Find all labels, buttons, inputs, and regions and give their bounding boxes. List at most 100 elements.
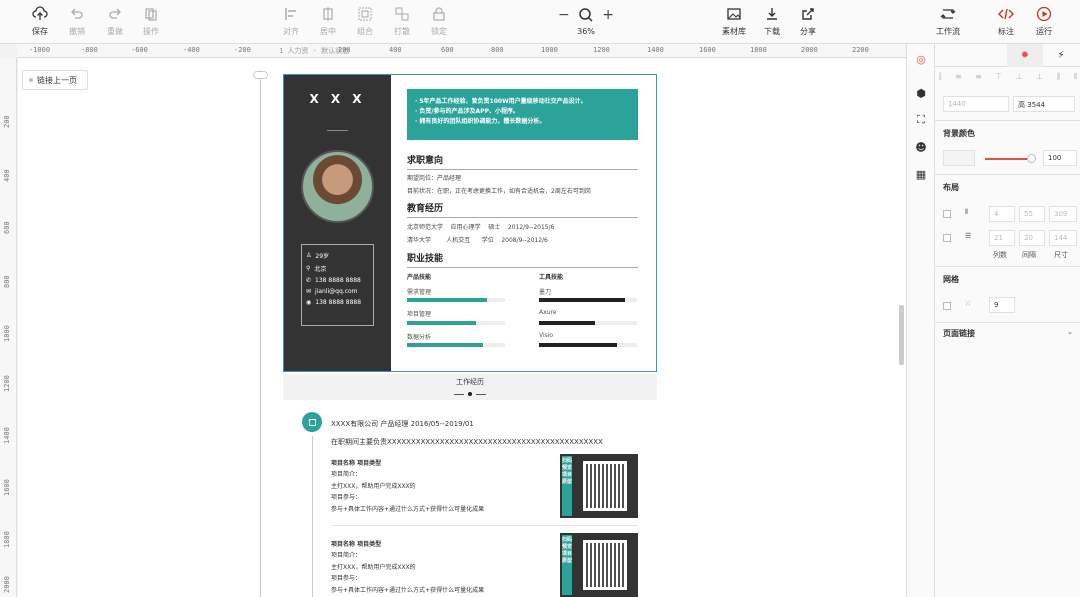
grid-icon: ⁙ [965,300,971,308]
opacity-input[interactable]: 100 [1043,150,1077,166]
align-button[interactable]: 对齐 [273,6,309,37]
assets-button[interactable]: 素材库 [716,6,752,37]
expand-icon[interactable]: ⛶ [914,113,928,127]
top-toolbar: 保存 撤销 重做 操作 对齐 居中 组合 打散 锁定 − + 36% 素材库 下… [0,0,1080,44]
skill-bar [539,298,637,302]
align-top-icon[interactable]: ⊤ [995,72,1002,84]
align-hcenter-icon[interactable]: ≡ [955,72,962,84]
ruler-tick: -600 [131,46,148,54]
row-layout-checkbox[interactable] [943,234,951,242]
project-role: 项目参与： [331,494,362,501]
distribute-h-icon[interactable]: ⫼ [1057,72,1061,84]
ruler-tick: 2000 [3,576,11,593]
image-icon [727,8,741,20]
zoom-in-button[interactable]: + [602,7,614,23]
briefcase-icon [302,412,322,432]
group-icon [358,7,372,21]
ruler-tick: 1600 [699,46,716,54]
lightning-icon: ⚡ [1057,50,1065,61]
tab-interaction[interactable]: ⚡ [1043,44,1079,67]
wechat-row: ◉ 138 8888 8888 [306,299,362,306]
code-icon [998,8,1014,20]
color-swatch[interactable] [943,150,975,166]
save-button[interactable]: 保存 [22,6,58,37]
chevron-down-icon[interactable]: ⌄ [1067,328,1073,336]
align-vcenter-icon[interactable]: ⊥ [1016,72,1023,84]
grid-checkbox[interactable] [943,302,951,310]
row-count-input[interactable]: 21 [989,230,1015,246]
run-button[interactable]: 运行 [1026,6,1062,37]
skill-name: Axure [539,309,557,316]
magnifier-icon[interactable] [578,7,594,23]
share-button[interactable]: 分享 [790,6,826,37]
ruler-tick: 1800 [3,531,11,548]
person-icon: ♙ [306,252,312,259]
slider-handle[interactable] [1027,154,1036,163]
size-label: 尺寸 [1054,251,1068,259]
table-icon[interactable]: ▦ [914,167,928,181]
guide-line [260,70,261,597]
guide-handle[interactable] [253,71,268,79]
width-input[interactable]: 1440 [943,96,1009,112]
redo-button[interactable]: 重做 [97,6,133,37]
phone-icon: ✆ [306,277,312,284]
ruler-tick: 600 [3,221,11,234]
emoji-icon[interactable]: ☻ [914,140,928,154]
work-experience[interactable]: XXXX有限公司 产品经理 2016/05--2019/01 在职期间主要负责X… [283,402,657,597]
column-size-input[interactable]: 309 [1049,206,1077,222]
zoom-out-button[interactable]: − [558,7,570,23]
zoom-control: − + 36% [558,6,614,36]
project-line: 主打XXX，帮助用户完成XXX的 [331,564,416,571]
undo-button[interactable]: 撤销 [59,6,95,37]
row-size-input[interactable]: 144 [1049,230,1077,246]
annotate-button[interactable]: 标注 [988,6,1024,37]
highlight-line: · 拥有良好的团队组织协调能力，擅长数据分析。 [415,118,546,125]
grid-title: 网格 [943,275,959,284]
ruler-tick: 600 [441,46,454,54]
align-right-icon[interactable]: ≡ [975,72,982,84]
column-layout-checkbox[interactable] [943,210,951,218]
operate-menu-button[interactable]: 操作 [133,6,169,37]
cube-icon[interactable]: ⬢ [914,86,928,100]
lock-icon [433,7,445,21]
row-gap-input[interactable]: 20 [1019,230,1045,246]
tab-style[interactable]: ✹ [1007,44,1043,67]
grid-size-input[interactable]: 9 [989,297,1015,313]
cloud-upload-icon [32,6,48,20]
resume-card[interactable]: X X X ♙ 29岁 ⚲ 北京 ✆ 138 8888 8888 ✉ jianli@qq… [283,74,657,372]
section-title: 工作经历 [456,378,484,386]
ruler-tick: 1000 [541,46,558,54]
skill-name: 数据分析 [407,334,432,341]
align-left-icon[interactable]: ⫿ [939,72,942,84]
column-count-input[interactable]: 4 [989,206,1015,222]
gear-icon: ✹ [1020,50,1030,61]
column-gap-input[interactable]: 55 [1019,206,1045,222]
divider [331,525,638,526]
gap-label: 间隔 [1022,251,1036,259]
project-line: 参与+具体工作内容+通过什么方式+获得什么可量化成果 [331,506,485,513]
link-previous-page-button[interactable]: 链接上一页 [22,70,88,90]
qr-label: 扫码预览项目原型 [562,535,572,595]
target-icon[interactable]: ◎ [914,52,928,66]
download-button[interactable]: 下载 [754,6,790,37]
ruler-tick: -400 [183,46,200,54]
property-panel: ✹ ⚡ ⫿ ≡ ≡ ⊤ ⊥ ⊥ ⫼ ⫴ 1440 高 3544 背景颜色 100 布局 ⦀ 4… [934,44,1080,597]
workflow-button[interactable]: 工作流 [930,6,966,37]
right-icon-bar: ◎ ⬢ ⛶ ☻ ▦ [906,44,934,597]
education-heading: 教育经历 [407,201,638,218]
ungroup-button[interactable]: 打散 [384,6,420,37]
distribute-v-icon[interactable]: ⫴ [1074,72,1077,84]
ruler-tick: 1600 [3,479,11,496]
canvas-scrollbar[interactable] [899,305,904,365]
dot-icon [29,78,33,82]
opacity-slider[interactable] [985,158,1031,160]
align-bottom-icon[interactable]: ⊥ [1036,72,1043,84]
group-button[interactable]: 组合 [347,6,383,37]
download-icon [767,8,777,20]
lock-button[interactable]: 锁定 [421,6,457,37]
qr-card: 扫码预览项目原型 [560,533,638,597]
height-input[interactable]: 高 3544 [1013,96,1075,112]
layers-icon [145,8,157,21]
project-role: 项目参与： [331,575,362,582]
distribute-button[interactable]: 居中 [310,6,346,37]
